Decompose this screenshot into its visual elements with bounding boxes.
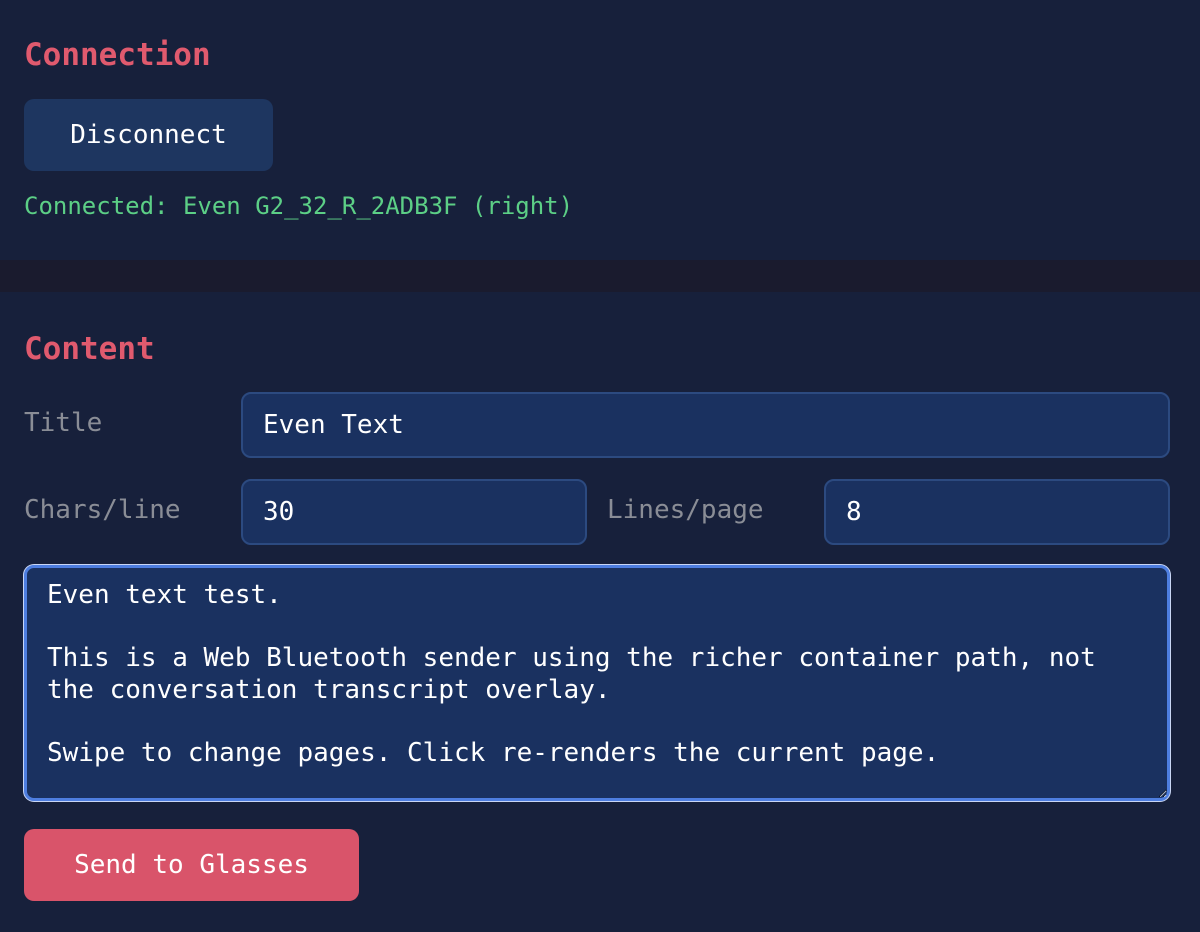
connection-section-title: Connection [24, 37, 211, 73]
title-label: Title [24, 408, 103, 438]
content-panel: Content Title Chars/line Lines/page Send… [0, 292, 1200, 932]
title-input[interactable] [241, 392, 1170, 458]
lines-per-page-input[interactable] [824, 479, 1170, 545]
connection-status: Connected: Even G2_32_R_2ADB3F (right) [24, 192, 574, 220]
chars-per-line-label: Chars/line [24, 495, 181, 525]
content-section-title: Content [24, 331, 155, 367]
content-textarea[interactable] [24, 565, 1170, 801]
connection-panel: Connection Disconnect Connected: Even G2… [0, 0, 1200, 260]
chars-per-line-input[interactable] [241, 479, 587, 545]
lines-per-page-label: Lines/page [607, 495, 764, 525]
disconnect-button[interactable]: Disconnect [24, 99, 273, 171]
send-to-glasses-button[interactable]: Send to Glasses [24, 829, 359, 901]
